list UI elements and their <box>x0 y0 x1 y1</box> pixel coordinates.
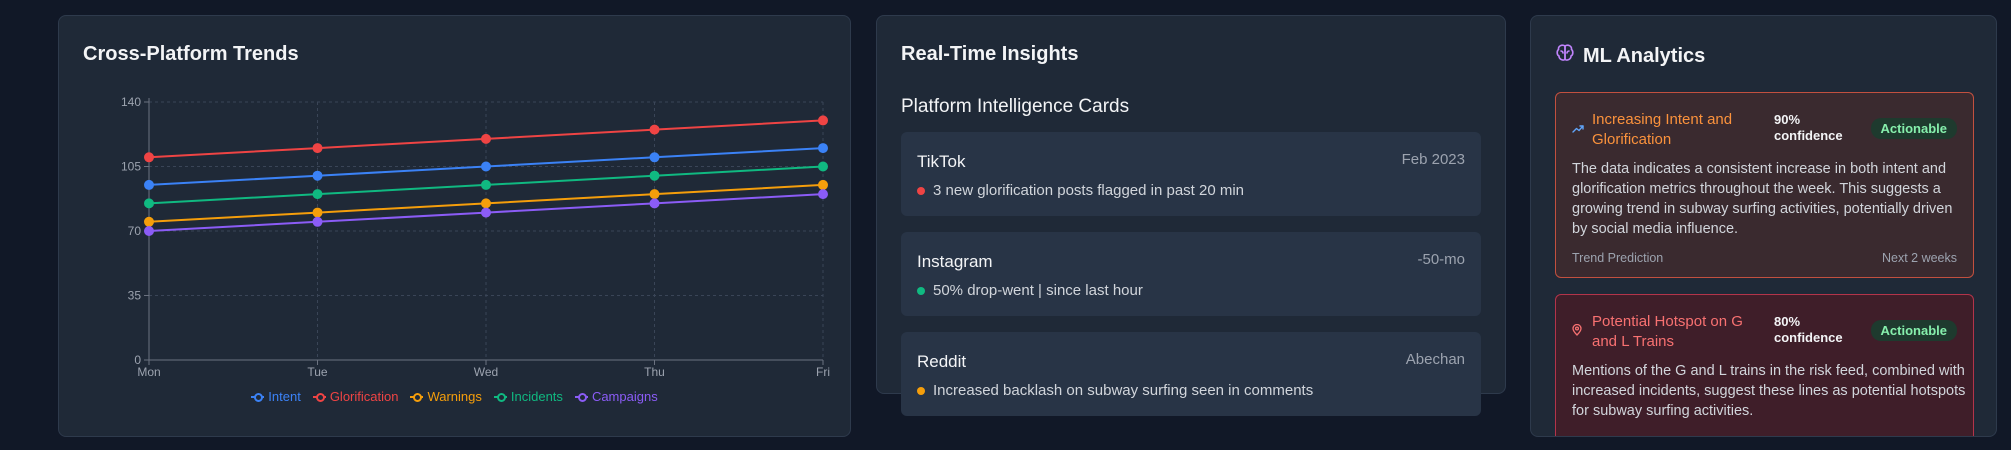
legend-label: Incidents <box>510 389 563 404</box>
data-point-warnings <box>312 207 323 218</box>
insight-card-tiktok[interactable]: TikTok Feb 2023 3 new glorification post… <box>901 132 1481 216</box>
ml-card-type: Trend Prediction <box>1572 251 1664 265</box>
legend-marker-icon <box>410 392 424 402</box>
x-tick-label: Mon <box>137 365 160 379</box>
data-point-intent <box>818 143 828 154</box>
status-badge: Actionable <box>1870 320 1957 341</box>
ml-card-body: Mentions of the G and L trains in the ri… <box>1572 363 1966 419</box>
y-tick-label: 105 <box>121 160 141 174</box>
map-pin-icon <box>1572 323 1582 341</box>
data-point-campaigns <box>481 207 491 218</box>
confidence-label: 90% confidence <box>1774 112 1843 143</box>
data-point-intent <box>144 179 154 190</box>
status-dot <box>917 186 925 195</box>
chart-legend: Intent Glorification Warnings Incidents Camp… <box>59 389 850 404</box>
ml-card-title: Increasing Intent and Glorification <box>1592 111 1733 148</box>
data-point-campaigns <box>649 198 660 209</box>
ml-insight-card[interactable]: Increasing Intent and Glorification 90% … <box>1555 92 1974 278</box>
data-point-intent <box>649 152 660 163</box>
data-point-incidents <box>312 189 323 200</box>
ml-title: ML Analytics <box>1583 44 1706 67</box>
data-point-incidents <box>649 170 660 181</box>
ml-card-timeframe: Next 2 weeks <box>1881 251 1957 265</box>
ml-card-body: The data indicates a consistent increase… <box>1572 161 1953 237</box>
data-point-incidents <box>481 179 491 190</box>
status-dot <box>917 386 925 395</box>
trends-panel: Cross-Platform Trends 0 35 70 105 140 Mon Tue W… <box>58 15 851 437</box>
data-point-glorification <box>649 124 660 135</box>
legend-item-campaigns[interactable]: Campaigns <box>574 389 658 404</box>
y-tick-label: 140 <box>121 95 141 109</box>
legend-label: Glorification <box>329 389 399 404</box>
data-point-glorification <box>144 152 154 163</box>
data-point-incidents <box>818 161 828 172</box>
data-point-warnings <box>818 179 828 190</box>
ml-insight-card[interactable]: Potential Hotspot on G and L Trains 80% … <box>1555 294 1974 436</box>
trends-chart: 03570105140Mon Tue Wed Thu Fri <box>121 95 830 379</box>
insight-meta: -50-mo <box>1417 251 1465 268</box>
legend-item-glorification[interactable]: Glorification <box>312 389 399 404</box>
legend-item-intent[interactable]: Intent <box>251 389 301 404</box>
insight-meta: Abechan <box>1405 351 1465 368</box>
y-tick-label: 70 <box>128 224 142 238</box>
data-point-intent <box>481 161 491 172</box>
data-point-incidents <box>144 198 154 209</box>
status-dot <box>917 286 925 295</box>
insight-meta: Feb 2023 <box>1401 151 1465 168</box>
x-tick-label: Tue <box>307 365 328 379</box>
legend-label: Intent <box>268 389 301 404</box>
x-tick-label: Thu <box>644 365 665 379</box>
insight-text: 50% drop-went | since last hour <box>933 282 1143 299</box>
x-tick-label: Wed <box>474 365 498 379</box>
data-point-warnings <box>144 216 154 227</box>
legend-marker-icon <box>251 392 265 402</box>
data-point-campaigns <box>312 216 323 227</box>
ml-card-title: Potential Hotspot on G and L Trains <box>1592 313 1743 350</box>
platform-cards-heading: Platform Intelligence Cards <box>901 96 1130 117</box>
data-point-warnings <box>481 198 491 209</box>
ml-panel: ML Analytics Increasing Intent and Glori… <box>1530 15 1997 437</box>
confidence-label: 80% confidence <box>1774 314 1843 345</box>
legend-item-incidents[interactable]: Incidents <box>493 389 563 404</box>
trending-up-icon <box>1572 121 1584 139</box>
data-point-glorification <box>312 143 323 154</box>
data-point-glorification <box>481 133 491 144</box>
insight-card-reddit[interactable]: Reddit Abechan Increased backlash on sub… <box>901 332 1481 416</box>
insight-text: 3 new glorification posts flagged in pas… <box>933 182 1245 199</box>
legend-label: Warnings <box>427 389 482 404</box>
x-tick-label: Fri <box>816 365 830 379</box>
legend-marker-icon <box>493 392 507 402</box>
insight-platform: Reddit <box>917 352 967 371</box>
insight-card-instagram[interactable]: Instagram -50-mo 50% drop-went | since l… <box>901 232 1481 316</box>
y-tick-label: 35 <box>128 289 142 303</box>
data-point-warnings <box>649 189 660 200</box>
data-point-intent <box>312 170 323 181</box>
insights-title: Real-Time Insights <box>901 43 1079 65</box>
legend-marker-icon <box>574 392 588 402</box>
legend-item-warnings[interactable]: Warnings <box>410 389 482 404</box>
data-point-glorification <box>818 115 828 126</box>
data-point-campaigns <box>144 226 154 236</box>
insight-text: Increased backlash on subway surfing see… <box>933 382 1314 399</box>
legend-marker-icon <box>312 392 326 402</box>
insight-platform: Instagram <box>917 252 993 271</box>
status-badge: Actionable <box>1870 118 1957 139</box>
insight-platform: TikTok <box>917 152 966 171</box>
legend-label: Campaigns <box>591 389 658 404</box>
data-point-campaigns <box>818 189 828 200</box>
brain-icon <box>1555 43 1575 69</box>
insights-panel: Real-Time Insights Platform Intelligence… <box>876 15 1506 416</box>
